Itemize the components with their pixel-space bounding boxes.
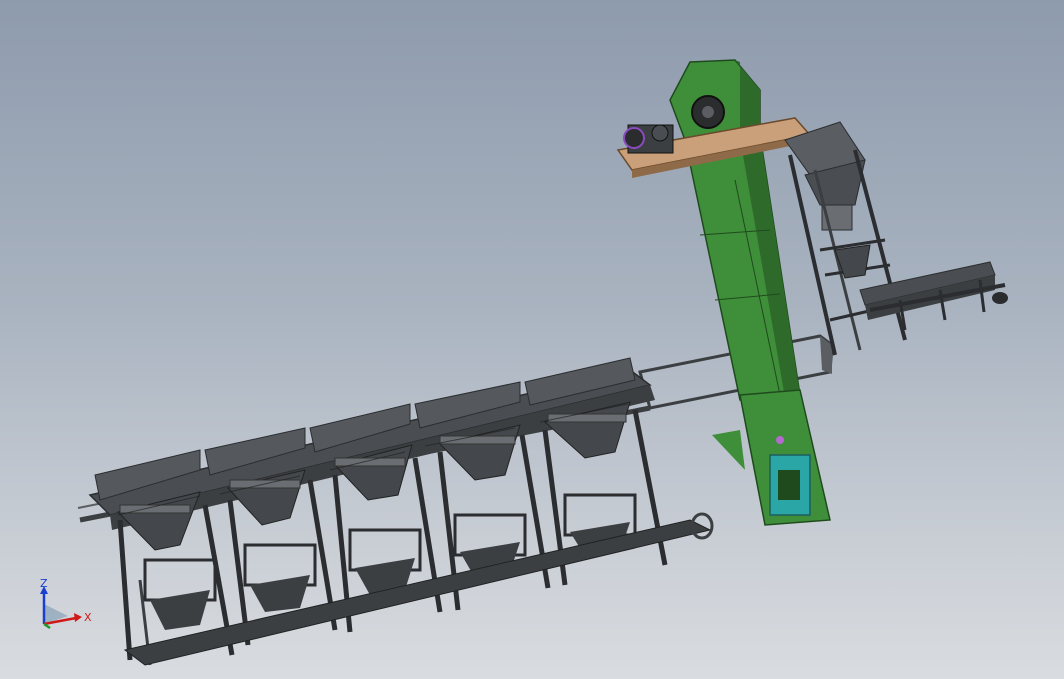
y-axis-arrow — [43, 622, 51, 630]
outfeed-conveyor[interactable] — [859, 261, 1008, 331]
motor-gearbox — [623, 124, 674, 154]
z-axis-label: Z — [40, 578, 48, 590]
feed-hopper-tower[interactable] — [784, 121, 907, 356]
weighing-hopper-line[interactable] — [88, 357, 714, 666]
view-orientation-triad[interactable]: Z X — [30, 577, 100, 638]
x-axis-label: X — [84, 611, 92, 624]
cad-viewport[interactable]: Z X — [0, 0, 1064, 679]
3d-model-view[interactable] — [0, 0, 1064, 679]
